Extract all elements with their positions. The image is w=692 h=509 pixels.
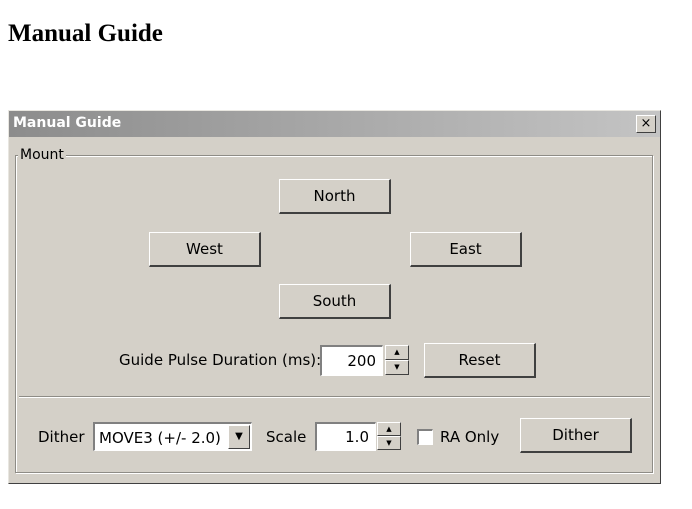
scale-spinner: ▲ ▼ <box>377 422 401 450</box>
mount-group-label: Mount <box>18 147 66 163</box>
dither-mode-select[interactable]: MOVE3 (+/- 2.0) ▼ <box>93 422 252 451</box>
ra-only-checkbox[interactable] <box>417 429 433 445</box>
dialog-title: Manual Guide <box>13 115 122 131</box>
scale-spin-up-button[interactable]: ▲ <box>377 422 401 436</box>
reset-button[interactable]: Reset <box>424 343 536 378</box>
spin-down-icon: ▼ <box>394 363 400 371</box>
pulse-duration-spinner: ▲ ▼ <box>385 345 409 375</box>
scale-label: Scale <box>266 428 307 446</box>
spin-up-icon: ▲ <box>394 348 400 356</box>
scale-spin-down-button[interactable]: ▼ <box>377 436 401 450</box>
spin-down-button[interactable]: ▼ <box>385 360 409 375</box>
dither-button[interactable]: Dither <box>520 418 632 453</box>
spin-up-icon: ▲ <box>386 425 392 433</box>
pulse-duration-label: Guide Pulse Duration (ms): <box>119 351 322 369</box>
spin-down-icon: ▼ <box>386 439 392 447</box>
pulse-duration-input[interactable]: 200 <box>320 345 383 376</box>
dither-mode-value: MOVE3 (+/- 2.0) <box>99 429 221 447</box>
south-button[interactable]: South <box>279 284 391 319</box>
dither-label: Dither <box>38 428 85 446</box>
west-button[interactable]: West <box>149 232 261 267</box>
page-title: Manual Guide <box>8 20 163 47</box>
dialog-titlebar[interactable]: Manual Guide × <box>9 111 660 137</box>
chevron-down-icon: ▼ <box>235 431 243 442</box>
manual-guide-dialog: Manual Guide × Mount North West East Sou… <box>8 110 661 484</box>
north-button[interactable]: North <box>279 179 391 214</box>
dropdown-button[interactable]: ▼ <box>228 425 250 449</box>
scale-input[interactable]: 1.0 <box>315 422 376 451</box>
close-button[interactable]: × <box>636 115 656 133</box>
close-icon: × <box>640 116 652 131</box>
east-button[interactable]: East <box>410 232 522 267</box>
section-divider <box>19 396 650 398</box>
spin-up-button[interactable]: ▲ <box>385 345 409 360</box>
ra-only-label: RA Only <box>440 428 500 446</box>
